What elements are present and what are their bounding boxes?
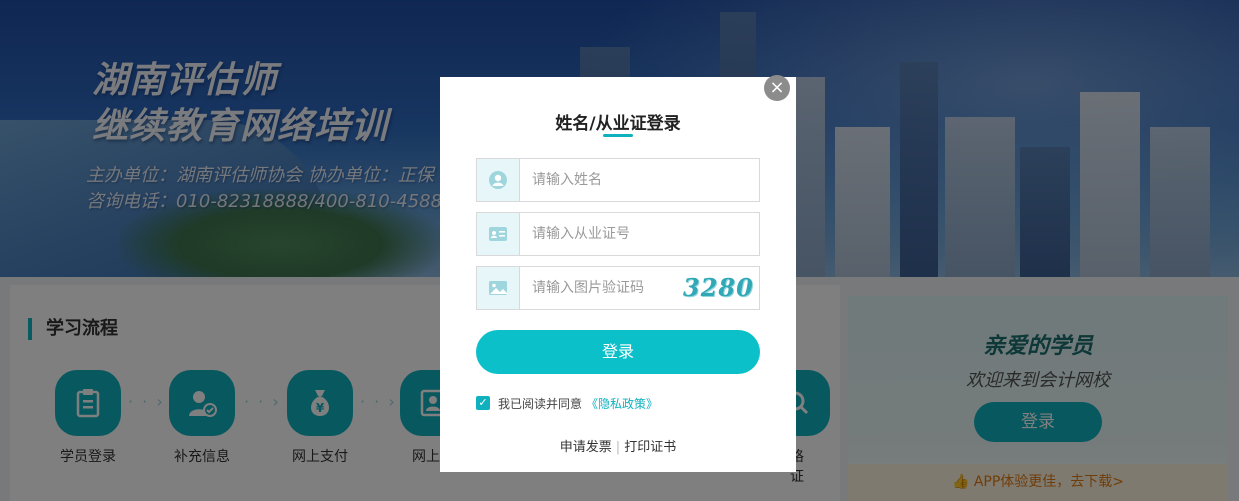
bottom-links: 申请发票 | 打印证书: [440, 436, 796, 455]
image-icon: [477, 267, 520, 309]
title-underline: [603, 134, 633, 137]
cert-number-input[interactable]: [532, 224, 682, 244]
print-certificate-link[interactable]: 打印证书: [624, 440, 676, 455]
link-separator: |: [615, 440, 621, 455]
login-modal: 姓名/从业证登录 3280 登录 ✓ 我已阅读并同意 《隐私政策》 申请发票|打…: [440, 77, 796, 472]
name-field: [476, 158, 760, 202]
id-card-icon: [477, 213, 520, 255]
agree-text: 我已阅读并同意: [498, 396, 583, 411]
login-button[interactable]: 登录: [476, 330, 760, 374]
cert-field: [476, 212, 760, 256]
privacy-policy-link[interactable]: 《隐私政策》: [586, 395, 658, 412]
captcha-field: 3280: [476, 266, 760, 310]
modal-title: 姓名/从业证登录: [555, 114, 681, 134]
privacy-agreement: ✓ 我已阅读并同意 《隐私政策》: [476, 395, 658, 411]
name-input[interactable]: [532, 170, 682, 190]
invoice-link[interactable]: 申请发票: [560, 440, 612, 455]
captcha-image[interactable]: 3280: [683, 273, 753, 303]
close-icon[interactable]: ×: [764, 75, 790, 101]
agree-checkbox[interactable]: ✓: [476, 396, 490, 410]
user-icon: [477, 159, 520, 201]
captcha-input[interactable]: [532, 278, 682, 298]
